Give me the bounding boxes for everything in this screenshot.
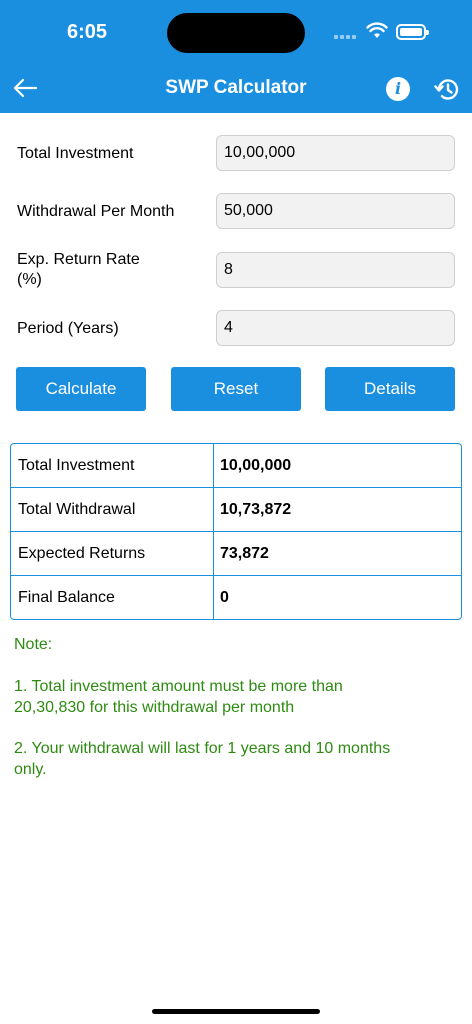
wifi-icon xyxy=(366,22,388,38)
result-label: Final Balance xyxy=(11,576,214,619)
period-label: Period (Years) xyxy=(17,320,119,337)
home-indicator[interactable] xyxy=(152,1009,320,1014)
return-rate-label: Exp. Return Rate (%) xyxy=(17,251,140,288)
note-item-2: 2. Your withdrawal will last for 1 years… xyxy=(14,740,391,778)
table-row: Expected Returns 73,872 xyxy=(11,532,461,576)
calculate-button[interactable]: Calculate xyxy=(16,367,146,411)
return-rate-input[interactable] xyxy=(216,252,455,288)
reset-button[interactable]: Reset xyxy=(171,367,301,411)
result-label: Total Investment xyxy=(11,444,214,487)
table-row: Total Investment 10,00,000 xyxy=(11,444,461,488)
table-row: Total Withdrawal 10,73,872 xyxy=(11,488,461,532)
results-table: Total Investment 10,00,000 Total Withdra… xyxy=(10,443,462,620)
note-title: Note: xyxy=(14,636,53,653)
app-header: 6:05 SWP Calculator i xyxy=(0,0,472,113)
result-value: 0 xyxy=(220,589,229,606)
total-investment-label: Total Investment xyxy=(17,145,134,162)
status-time: 6:05 xyxy=(67,21,108,43)
info-icon[interactable]: i xyxy=(386,77,410,101)
note-item-1: 1. Total investment amount must be more … xyxy=(14,678,343,716)
period-input[interactable] xyxy=(216,310,455,346)
table-row: Final Balance 0 xyxy=(11,576,461,619)
details-button[interactable]: Details xyxy=(325,367,455,411)
result-value: 73,872 xyxy=(220,545,269,562)
battery-icon xyxy=(396,24,429,40)
total-investment-input[interactable] xyxy=(216,135,455,171)
cellular-signal-icon xyxy=(334,35,356,39)
withdrawal-per-month-input[interactable] xyxy=(216,193,455,229)
withdrawal-per-month-label: Withdrawal Per Month xyxy=(17,203,175,220)
history-icon[interactable] xyxy=(434,76,461,103)
result-label: Expected Returns xyxy=(11,532,214,575)
dynamic-island xyxy=(167,13,305,53)
result-value: 10,73,872 xyxy=(220,501,292,518)
result-label: Total Withdrawal xyxy=(11,488,214,531)
result-value: 10,00,000 xyxy=(220,457,292,474)
